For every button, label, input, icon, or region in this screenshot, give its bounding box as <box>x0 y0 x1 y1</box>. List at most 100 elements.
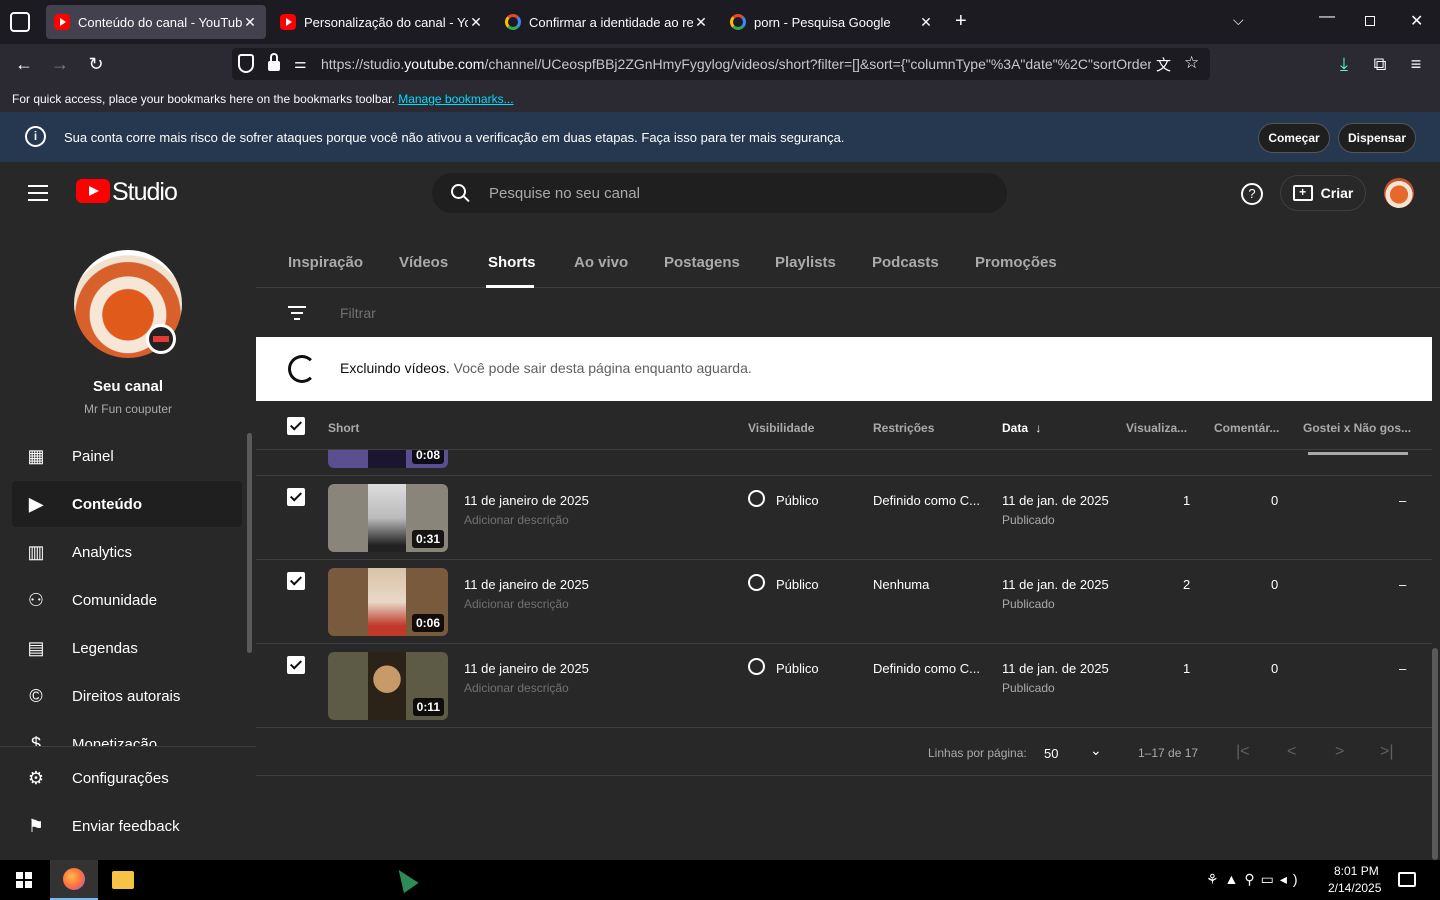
sidebar-item-conteudo[interactable]: ▶ Conteúdo <box>12 481 242 527</box>
first-page-icon[interactable]: |< <box>1236 743 1250 761</box>
menu-icon[interactable]: ≡ <box>1404 52 1428 76</box>
tab-shorts[interactable]: Shorts <box>488 254 536 271</box>
row-checkbox[interactable] <box>287 656 305 674</box>
chevron-down-icon[interactable]: ⌄ <box>1090 742 1102 759</box>
firefox-view-icon[interactable] <box>10 12 30 32</box>
firefox-taskbar-icon[interactable] <box>50 860 98 900</box>
video-description[interactable]: Adicionar descrição <box>464 513 569 527</box>
download-icon[interactable]: ⤓ <box>1332 52 1356 76</box>
col-restrictions[interactable]: Restrições <box>873 421 934 435</box>
main-scrollbar[interactable] <box>1432 648 1438 860</box>
close-icon[interactable]: ✕ <box>242 14 258 31</box>
new-tab-icon[interactable]: + <box>955 10 967 33</box>
row-checkbox[interactable] <box>287 572 305 590</box>
tab-postagens[interactable]: Postagens <box>664 254 740 271</box>
rows-per-page-value[interactable]: 50 <box>1044 746 1058 761</box>
sidebar-item-legendas[interactable]: ▤ Legendas <box>12 625 242 671</box>
browser-tab-3[interactable]: porn - Pesquisa Google ✕ <box>722 5 942 39</box>
restriction-value[interactable]: Definido como C... <box>873 661 980 676</box>
filter-icon[interactable] <box>288 306 306 320</box>
forward-arrow-icon[interactable]: → <box>48 52 72 76</box>
clock-time[interactable]: 8:01 PM <box>1334 864 1379 878</box>
next-page-icon[interactable]: > <box>1335 743 1344 761</box>
translate-icon[interactable]: 文 <box>1156 54 1171 75</box>
tab-list-chevron-icon[interactable]: ⌵ <box>1233 12 1244 29</box>
sidebar-item-analytics[interactable]: ▥ Analytics <box>12 529 242 575</box>
browser-tab-1[interactable]: Personalização do canal - YouTu ✕ <box>272 5 492 39</box>
hamburger-menu-icon[interactable] <box>28 185 48 201</box>
restriction-value[interactable]: Nenhuma <box>873 577 929 592</box>
visibility-value[interactable]: Público <box>776 493 819 508</box>
tab-videos[interactable]: Vídeos <box>399 254 448 271</box>
windows-start-icon[interactable] <box>16 872 32 888</box>
tab-podcasts[interactable]: Podcasts <box>872 254 939 271</box>
restore-icon[interactable] <box>1365 16 1375 26</box>
filter-input[interactable]: Filtrar <box>340 305 376 321</box>
shield-icon[interactable] <box>238 54 254 73</box>
sidebar-item-painel[interactable]: ▦ Painel <box>12 433 242 479</box>
restriction-value[interactable]: Definido como C... <box>873 493 980 508</box>
table-row[interactable]: 0:11 11 de janeiro de 2025 Adicionar des… <box>256 644 1432 728</box>
browser-tab-0[interactable]: Conteúdo do canal - YouTube S ✕ <box>46 5 266 39</box>
help-icon[interactable]: ? <box>1241 183 1263 205</box>
col-comments[interactable]: Comentár... <box>1214 421 1279 435</box>
last-page-icon[interactable]: >| <box>1380 743 1394 761</box>
url-text[interactable]: https://studio.youtube.com/channel/UCeos… <box>321 56 1151 72</box>
sidebar-item-feedback[interactable]: ⚑ Enviar feedback <box>12 803 242 849</box>
lock-icon[interactable] <box>268 61 280 71</box>
col-likes[interactable]: Gostei x Não gos... <box>1303 421 1411 435</box>
start-button[interactable]: Começar <box>1258 123 1330 153</box>
youtube-logo-icon[interactable] <box>76 179 110 203</box>
reload-icon[interactable]: ↻ <box>84 52 108 76</box>
table-row-partial[interactable]: 0:08 <box>256 450 1432 476</box>
table-row[interactable]: 0:06 11 de janeiro de 2025 Adicionar des… <box>256 560 1432 644</box>
video-thumbnail[interactable]: 0:08 <box>328 450 448 468</box>
video-title[interactable]: 11 de janeiro de 2025 <box>464 577 589 592</box>
tab-ao-vivo[interactable]: Ao vivo <box>574 254 628 271</box>
url-bar[interactable]: ⚌ https://studio.youtube.com/channel/UCe… <box>232 48 1210 80</box>
minimize-icon[interactable]: — <box>1319 8 1335 26</box>
tray-icons[interactable]: ⚘▲⚲▭◂) <box>1206 871 1304 888</box>
create-button[interactable]: + Criar <box>1280 175 1366 211</box>
star-icon[interactable]: ☆ <box>1184 53 1199 73</box>
sidebar-scrollbar[interactable] <box>247 433 252 653</box>
browser-tab-2[interactable]: Confirmar a identidade ao realiz ✕ <box>497 5 717 39</box>
tab-promocoes[interactable]: Promoções <box>975 254 1057 271</box>
table-row[interactable]: 0:31 11 de janeiro de 2025 Adicionar des… <box>256 476 1432 560</box>
studio-logo-text[interactable]: Studio <box>112 178 178 207</box>
tab-playlists[interactable]: Playlists <box>775 254 836 271</box>
prev-page-icon[interactable]: < <box>1287 743 1296 761</box>
sidebar-item-direitos-autorais[interactable]: © Direitos autorais <box>12 673 242 719</box>
tab-inspiracao[interactable]: Inspiração <box>288 254 363 271</box>
close-icon[interactable]: ✕ <box>693 14 709 31</box>
video-title[interactable]: 11 de janeiro de 2025 <box>464 493 589 508</box>
video-description[interactable]: Adicionar descrição <box>464 597 569 611</box>
video-thumbnail[interactable]: 0:06 <box>328 568 448 636</box>
dismiss-button[interactable]: Dispensar <box>1338 123 1416 153</box>
col-views[interactable]: Visualiza... <box>1126 421 1187 435</box>
channel-search[interactable]: Pesquise no seu canal <box>432 173 1007 213</box>
file-explorer-icon[interactable] <box>112 871 134 889</box>
notification-icon[interactable] <box>1398 872 1416 887</box>
video-title[interactable]: 11 de janeiro de 2025 <box>464 661 589 676</box>
row-checkbox[interactable] <box>287 488 305 506</box>
search-input[interactable]: Pesquise no seu canal <box>489 185 640 202</box>
sidebar-item-comunidade[interactable]: ⚇ Comunidade <box>12 577 242 623</box>
video-thumbnail[interactable]: 0:31 <box>328 484 448 552</box>
select-all-checkbox[interactable] <box>287 417 305 435</box>
window-close-icon[interactable]: ✕ <box>1410 11 1423 31</box>
video-thumbnail[interactable]: 0:11 <box>328 652 448 720</box>
close-icon[interactable]: ✕ <box>918 14 934 31</box>
video-description[interactable]: Adicionar descrição <box>464 681 569 695</box>
extensions-icon[interactable]: ⧉ <box>1368 52 1392 76</box>
avatar[interactable] <box>1384 178 1414 208</box>
manage-bookmarks-link[interactable]: Manage bookmarks... <box>398 92 513 106</box>
permissions-icon[interactable]: ⚌ <box>294 55 307 72</box>
close-icon[interactable]: ✕ <box>468 14 484 31</box>
col-date[interactable]: Data ↓ <box>1002 421 1041 435</box>
visibility-value[interactable]: Público <box>776 661 819 676</box>
back-arrow-icon[interactable]: ← <box>12 52 36 76</box>
sidebar-item-configuracoes[interactable]: ⚙ Configurações <box>12 755 242 801</box>
clock-date[interactable]: 2/14/2025 <box>1328 881 1381 895</box>
col-visibility[interactable]: Visibilidade <box>748 421 814 435</box>
